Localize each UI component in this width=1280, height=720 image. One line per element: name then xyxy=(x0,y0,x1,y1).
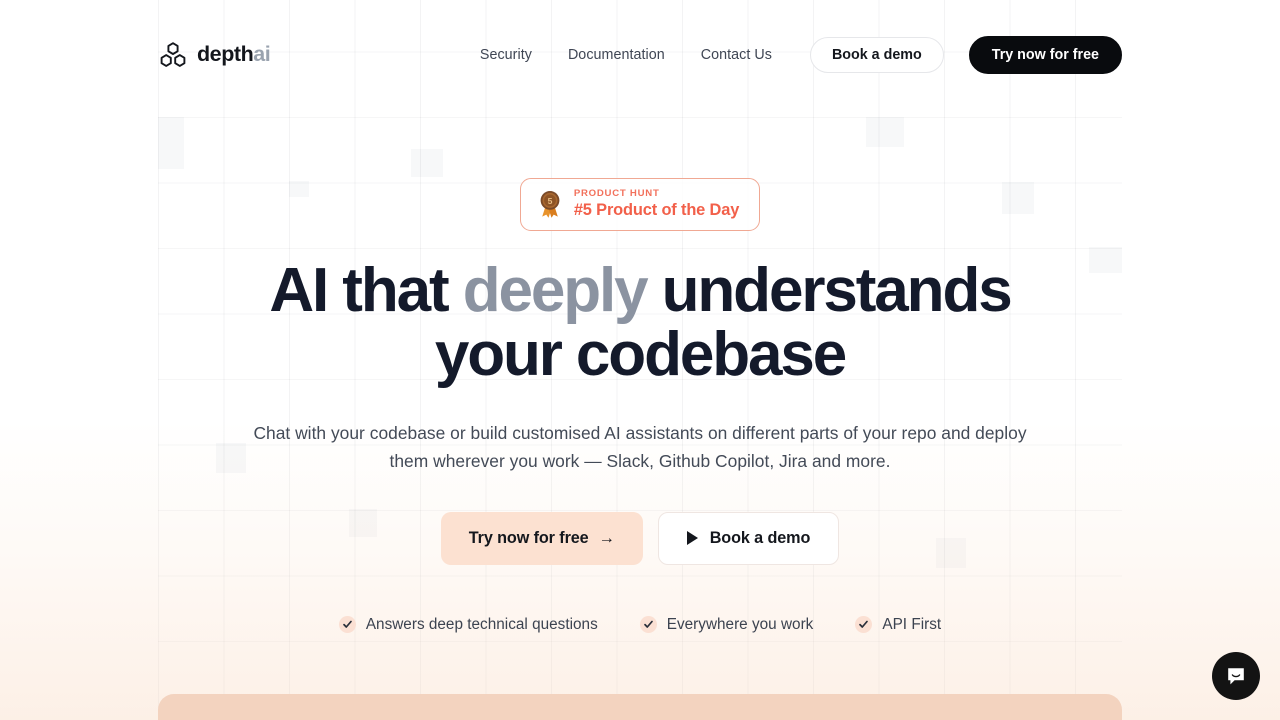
next-section-panel xyxy=(158,694,1122,720)
play-icon xyxy=(686,531,698,545)
product-hunt-badge[interactable]: 5 PRODUCT HUNT #5 Product of the Day xyxy=(519,178,761,232)
landing-page: depthai Security Documentation Contact U… xyxy=(0,0,1280,720)
chat-bubble-smile-icon xyxy=(1228,668,1244,685)
page-title: AI that deeply understands your codebase xyxy=(240,259,1040,387)
product-hunt-text: PRODUCT HUNT #5 Product of the Day xyxy=(573,188,740,219)
feature-label: Answers deep technical questions xyxy=(365,615,598,633)
nav-item-documentation[interactable]: Documentation xyxy=(550,39,683,71)
chat-launcher-button[interactable] xyxy=(1212,652,1260,700)
medal-icon: 5 xyxy=(540,190,560,218)
feature-label: API First xyxy=(882,615,942,633)
headline-highlight: deeply xyxy=(462,256,649,326)
headline-part-1: AI that xyxy=(269,256,463,326)
feature-item: Answers deep technical questions xyxy=(338,615,598,634)
feature-label: Everywhere you work xyxy=(666,615,814,633)
hero-try-free-button[interactable]: Try now for free → xyxy=(440,511,643,565)
header-inner: depthai Security Documentation Contact U… xyxy=(158,34,1122,74)
nav-item-security[interactable]: Security xyxy=(462,39,550,71)
hexagon-cluster-icon xyxy=(160,42,186,67)
arrow-right-icon: → xyxy=(598,528,615,547)
product-hunt-kicker: PRODUCT HUNT xyxy=(573,188,660,199)
product-hunt-title: #5 Product of the Day xyxy=(573,200,740,219)
hero-subheading: Chat with your codebase or build customi… xyxy=(253,423,1027,472)
site-header: depthai Security Documentation Contact U… xyxy=(0,0,1280,108)
header-book-demo-button[interactable]: Book a demo xyxy=(809,37,944,73)
primary-navigation: Security Documentation Contact Us Book a… xyxy=(462,36,1122,74)
brand-name: depthai xyxy=(197,42,271,67)
brand-name-light: ai xyxy=(253,42,271,67)
check-icon xyxy=(639,616,657,633)
hero-feature-list: Answers deep technical questions Everywh… xyxy=(338,615,941,634)
hero-book-demo-button[interactable]: Book a demo xyxy=(657,511,840,565)
header-try-free-button[interactable]: Try now for free xyxy=(968,36,1122,74)
hero-try-free-label: Try now for free xyxy=(468,528,589,547)
check-icon xyxy=(338,616,356,633)
feature-item: Everywhere you work xyxy=(639,615,814,634)
feature-item: API First xyxy=(855,616,941,634)
brand-logo-link[interactable]: depthai xyxy=(158,42,271,68)
hero-book-demo-label: Book a demo xyxy=(709,528,811,547)
medal-rank-text: 5 xyxy=(547,196,552,206)
nav-item-contact-us[interactable]: Contact Us xyxy=(683,39,790,71)
check-icon xyxy=(855,616,873,633)
hero-cta-row: Try now for free → Book a demo xyxy=(440,511,840,565)
brand-name-dark: depth xyxy=(197,42,254,67)
